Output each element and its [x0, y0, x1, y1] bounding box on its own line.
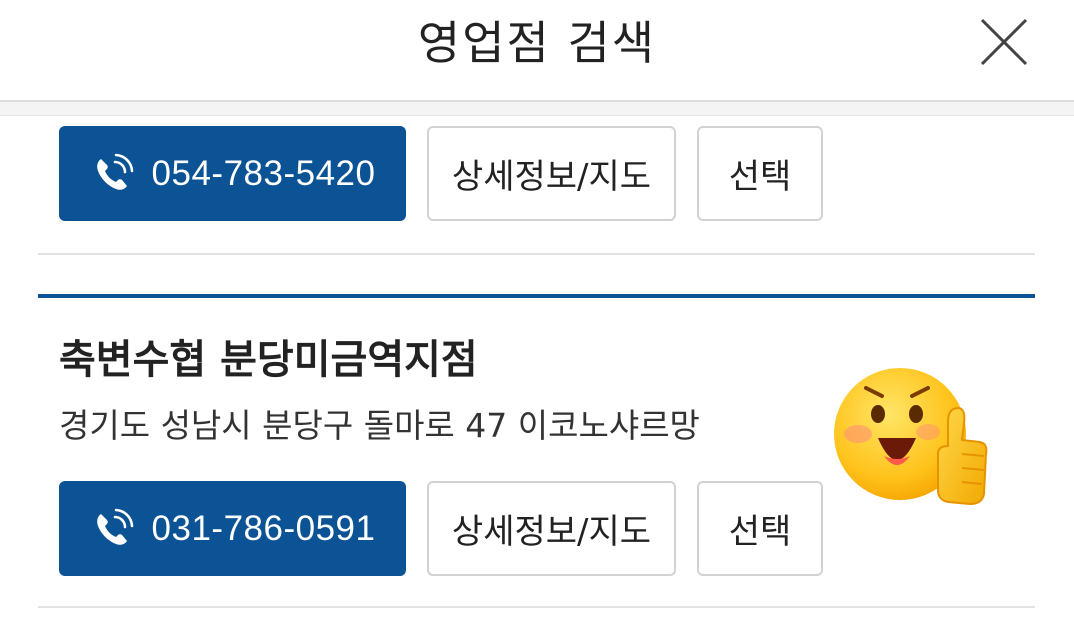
row-divider	[38, 606, 1035, 608]
detail-map-button[interactable]: 상세정보/지도	[427, 481, 676, 576]
thumbs-up-emoji-icon	[834, 368, 988, 506]
header: 영업점 검색	[0, 0, 1074, 100]
detail-map-button[interactable]: 상세정보/지도	[427, 126, 676, 221]
phone-icon	[96, 508, 133, 545]
phone-icon	[96, 153, 133, 190]
phone-number: 031-786-0591	[151, 508, 376, 548]
branch-search-screen: 영업점 검색 054-783-5420 상세정보/지도 선택 축변수협 분당미금…	[0, 0, 1074, 622]
branch-address: 경기도 성남시 분당구 돌마로 47 이코노샤르망	[59, 406, 700, 445]
close-icon	[980, 18, 1028, 66]
page-title: 영업점 검색	[417, 16, 657, 70]
row-divider	[38, 253, 1035, 255]
branch-name: 축변수협 분당미금역지점	[59, 337, 478, 383]
card-top-border	[38, 294, 1035, 298]
close-button[interactable]	[976, 14, 1032, 70]
header-divider	[0, 100, 1074, 116]
call-button[interactable]: 054-783-5420	[59, 126, 406, 221]
phone-number: 054-783-5420	[151, 153, 376, 193]
select-button[interactable]: 선택	[697, 126, 823, 221]
select-button[interactable]: 선택	[697, 481, 823, 576]
call-button[interactable]: 031-786-0591	[59, 481, 406, 576]
